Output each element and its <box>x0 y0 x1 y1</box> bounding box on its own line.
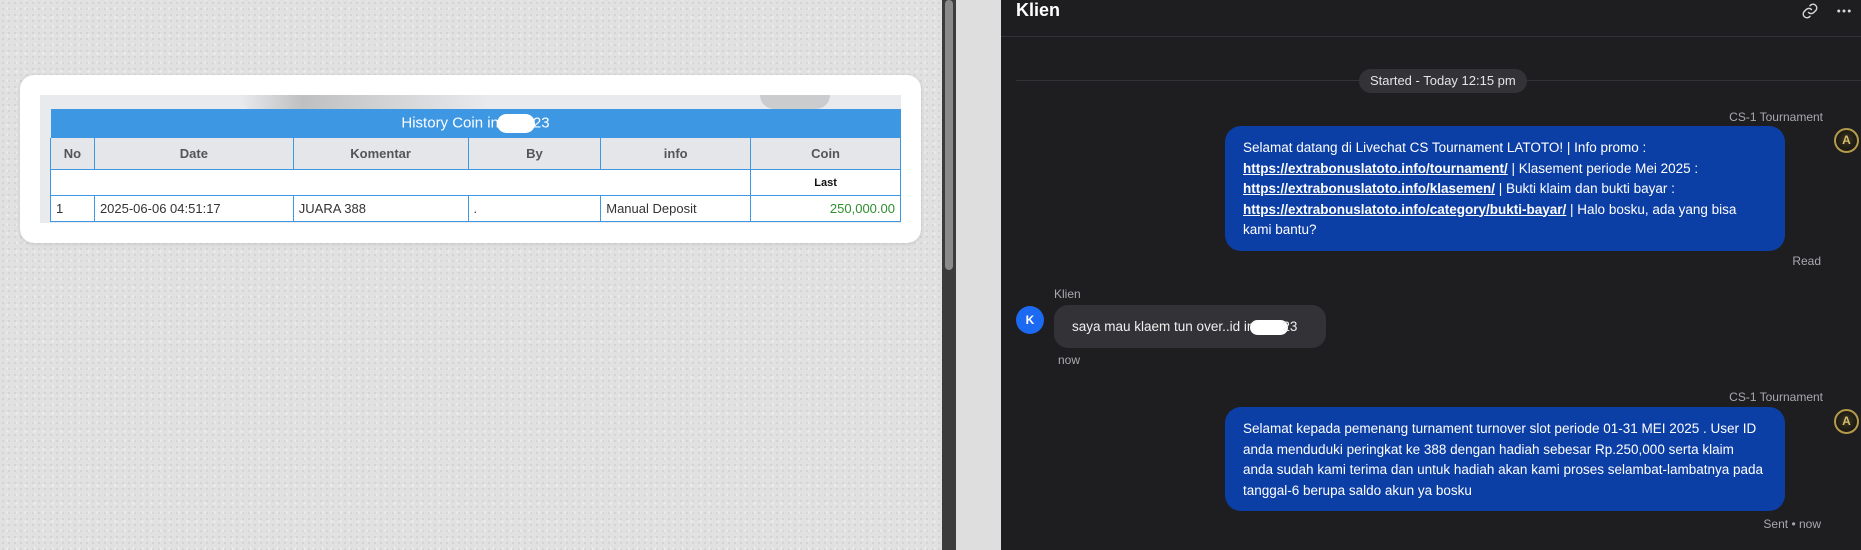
read-status: Read <box>1792 254 1821 268</box>
chat-panel: Klien Started - Today 12:15 pm CS-1 Tour… <box>1001 0 1861 550</box>
message-time: now <box>1058 353 1081 367</box>
client-name: Klien <box>1054 287 1081 301</box>
link-klasemen[interactable]: https://extrabonuslatoto.info/klasemen/ <box>1243 181 1495 196</box>
agent-name: CS-1 Tournament <box>1729 390 1823 404</box>
column-header-komentar[interactable]: Komentar <box>292 138 469 170</box>
client-avatar: K <box>1016 306 1044 334</box>
window-divider <box>942 0 956 550</box>
coin-history-table: History Coin in 23 No Date Komentar By in… <box>49 109 901 222</box>
link-bukti-bayar[interactable]: https://extrabonuslatoto.info/category/b… <box>1243 202 1566 217</box>
cell-no: 1 <box>50 195 95 222</box>
conversation-started-badge: Started - Today 12:15 pm <box>1359 69 1527 93</box>
map-decoration <box>760 95 830 109</box>
link-icon[interactable] <box>1801 2 1819 25</box>
message-bubble-client: saya mau klaem tun over..id in 23 <box>1054 305 1326 348</box>
agent-avatar: A <box>1834 128 1859 153</box>
coin-history-card: History Coin in 23 No Date Komentar By in… <box>20 75 921 243</box>
link-tournament[interactable]: https://extrabonuslatoto.info/tournament… <box>1243 161 1508 176</box>
cell-info: Manual Deposit <box>600 195 752 222</box>
agent-avatar: A <box>1834 409 1859 434</box>
last-label: Last <box>750 169 901 196</box>
cell-coin: 250,000.00 <box>750 195 901 222</box>
cell-komentar: JUARA 388 <box>292 195 469 222</box>
coin-history-pane: History Coin in 23 No Date Komentar By in… <box>0 0 942 550</box>
cell-date: 2025-06-06 04:51:17 <box>93 195 294 222</box>
chat-header: Klien <box>1001 0 1861 37</box>
agent-name: CS-1 Tournament <box>1729 110 1823 124</box>
column-header-by[interactable]: By <box>467 138 602 170</box>
last-row: Last <box>49 169 901 196</box>
message-bubble-welcome: Selamat datang di Livechat CS Tournament… <box>1225 126 1785 251</box>
window-gap <box>956 0 1001 550</box>
chat-title: Klien <box>1016 0 1061 20</box>
more-icon[interactable] <box>1835 2 1853 25</box>
table-row: 1 2025-06-06 04:51:17 JUARA 388 . Manual… <box>50 195 901 222</box>
table-container: History Coin in 23 No Date Komentar By in… <box>40 95 901 223</box>
scrollbar-thumb[interactable] <box>945 0 953 270</box>
column-header-date[interactable]: Date <box>93 138 294 170</box>
table-title: History Coin in 23 <box>50 109 901 138</box>
message-bubble-reply: Selamat kepada pemenang turnament turnov… <box>1225 407 1785 511</box>
column-header-coin[interactable]: Coin <box>750 138 901 170</box>
empty-cell <box>49 169 752 196</box>
column-header-info[interactable]: info <box>600 138 752 170</box>
cell-by: . <box>467 195 602 222</box>
redacted-username <box>496 114 535 133</box>
sent-status: Sent • now <box>1763 517 1821 531</box>
column-header-no[interactable]: No <box>50 138 95 170</box>
